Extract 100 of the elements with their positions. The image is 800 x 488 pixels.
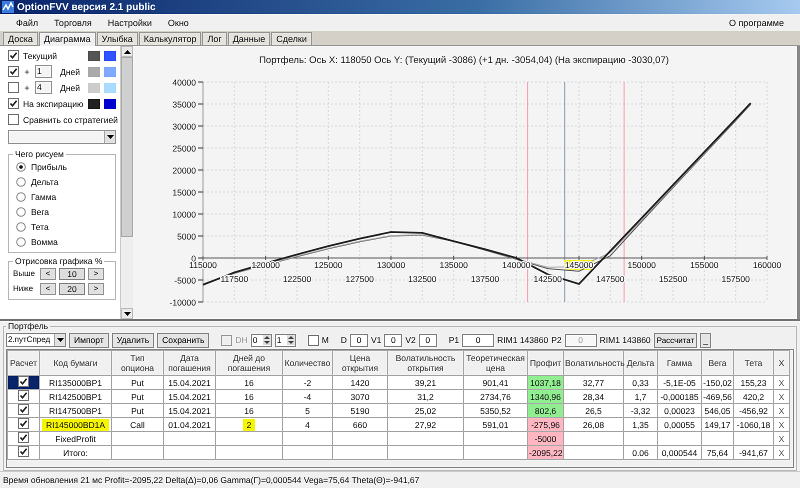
radio-button[interactable] [16, 222, 26, 232]
days-field[interactable]: 4 [35, 81, 52, 94]
tab[interactable]: Доска [3, 32, 38, 45]
price-field[interactable]: 0 [462, 334, 494, 346]
tab[interactable]: Диаграмма [38, 32, 96, 46]
decrease-button[interactable]: < [40, 268, 56, 280]
table-cell: -3,32 [624, 404, 658, 418]
column-header[interactable]: Тип опциона [112, 350, 164, 376]
column-header[interactable]: Цена открытия [332, 350, 388, 376]
checkbox[interactable] [18, 404, 29, 415]
column-header[interactable]: Расчет [8, 350, 40, 376]
decrease-button[interactable]: < [40, 282, 56, 294]
menu-item[interactable]: Настройки [100, 18, 160, 28]
column-header[interactable]: Гамма [658, 350, 702, 376]
table-cell: RI147500BP1 [40, 404, 112, 418]
panel-title: Портфель [7, 321, 50, 331]
scroll-down-icon[interactable] [121, 308, 133, 319]
checkbox[interactable] [18, 390, 29, 401]
tab[interactable]: Данные [228, 32, 270, 45]
column-header[interactable]: X [774, 350, 790, 376]
table-cell: 5350,52 [464, 404, 528, 418]
column-header[interactable]: Количество [282, 350, 332, 376]
toolbar-button[interactable]: Сохранить [157, 332, 210, 348]
color-swatch[interactable] [88, 50, 100, 60]
menu-item[interactable]: Файл [8, 18, 46, 28]
percent-field[interactable]: 20 [59, 282, 85, 294]
strategy-dropdown[interactable] [8, 130, 116, 144]
menu-item[interactable]: О программе [720, 18, 792, 28]
param-field[interactable]: 0 [350, 334, 368, 346]
days-field[interactable]: 1 [35, 65, 52, 78]
table-cell: 1,7 [624, 390, 658, 404]
radio-button[interactable] [16, 206, 26, 216]
param-field[interactable]: 0 [418, 334, 437, 346]
radio-button[interactable] [16, 162, 26, 172]
percent-field[interactable]: 10 [59, 268, 85, 280]
color-swatch[interactable] [104, 50, 116, 60]
table-cell: -941,67 [734, 446, 774, 460]
table-cell: RI142500BP1 [40, 390, 112, 404]
table-cell: 15.04.2021 [164, 404, 216, 418]
increase-button[interactable]: > [88, 268, 104, 280]
param-label: D [340, 335, 347, 345]
checkbox[interactable] [18, 446, 29, 457]
scrollbar[interactable] [120, 46, 133, 319]
column-header[interactable]: Волатильность открытия [388, 350, 464, 376]
scroll-up-icon[interactable] [121, 46, 133, 57]
increase-button[interactable]: > [88, 282, 104, 294]
menu-item[interactable]: Окно [160, 18, 197, 28]
table-cell [164, 432, 216, 446]
table-cell [164, 446, 216, 460]
param-field[interactable]: 0 [384, 334, 402, 346]
menu-item[interactable]: Торговля [46, 18, 100, 28]
checkbox[interactable] [8, 82, 19, 93]
radio-label: Вега [31, 206, 50, 216]
tab[interactable]: Калькулятор [138, 32, 202, 45]
table-cell[interactable] [8, 376, 40, 390]
column-header[interactable]: Теоретическая цена [464, 350, 528, 376]
color-swatch[interactable] [104, 98, 116, 108]
color-swatch[interactable] [88, 98, 100, 108]
radio-button[interactable] [16, 176, 26, 186]
table-cell[interactable] [8, 446, 40, 460]
tab[interactable]: Улыбка [96, 32, 138, 45]
y-tick-label: 10000 [172, 210, 196, 220]
calculate-button[interactable]: Рассчитат [654, 332, 698, 348]
column-header[interactable]: Дельта [624, 350, 658, 376]
tab[interactable]: Сделки [271, 32, 312, 45]
checkbox[interactable] [8, 66, 19, 77]
toolbar-button[interactable]: Импорт [69, 332, 109, 348]
checkbox[interactable] [8, 98, 19, 109]
column-header[interactable]: Дата погашения [164, 350, 216, 376]
table-cell: 1037,18 [528, 376, 564, 390]
toolbar-button[interactable]: Удалить [112, 332, 154, 348]
color-swatch[interactable] [88, 82, 100, 92]
scroll-thumb[interactable] [121, 57, 133, 237]
checkbox[interactable] [8, 114, 19, 125]
checkbox[interactable] [8, 50, 19, 61]
column-header[interactable]: Тета [734, 350, 774, 376]
tab[interactable]: Лог [202, 32, 227, 45]
column-header[interactable]: Профит [528, 350, 564, 376]
minimize-button[interactable]: _ [700, 332, 711, 348]
color-swatch[interactable] [104, 66, 116, 76]
spin-field[interactable]: 0 [250, 334, 272, 346]
strategy-dropdown[interactable]: 2.путСпред [6, 333, 66, 347]
radio-button[interactable] [16, 236, 26, 246]
column-header[interactable]: Волатильность [564, 350, 624, 376]
column-header[interactable]: Вега [702, 350, 734, 376]
color-swatch[interactable] [88, 66, 100, 76]
checkbox[interactable] [18, 376, 29, 387]
spin-field[interactable]: 1 [274, 334, 296, 346]
column-header[interactable]: Дней до погашения [216, 350, 282, 376]
radio-button[interactable] [16, 192, 26, 202]
x-tick-label: 157500 [721, 274, 750, 284]
checkbox[interactable] [308, 334, 319, 346]
table-cell: 16 [216, 404, 282, 418]
param-label: V1 [370, 335, 382, 345]
color-swatch[interactable] [104, 82, 116, 92]
table-cell: -5000 [528, 432, 564, 446]
checkbox[interactable] [18, 432, 29, 443]
table-cell [332, 446, 388, 460]
checkbox[interactable] [18, 418, 29, 429]
column-header[interactable]: Код бумаги [40, 350, 112, 376]
